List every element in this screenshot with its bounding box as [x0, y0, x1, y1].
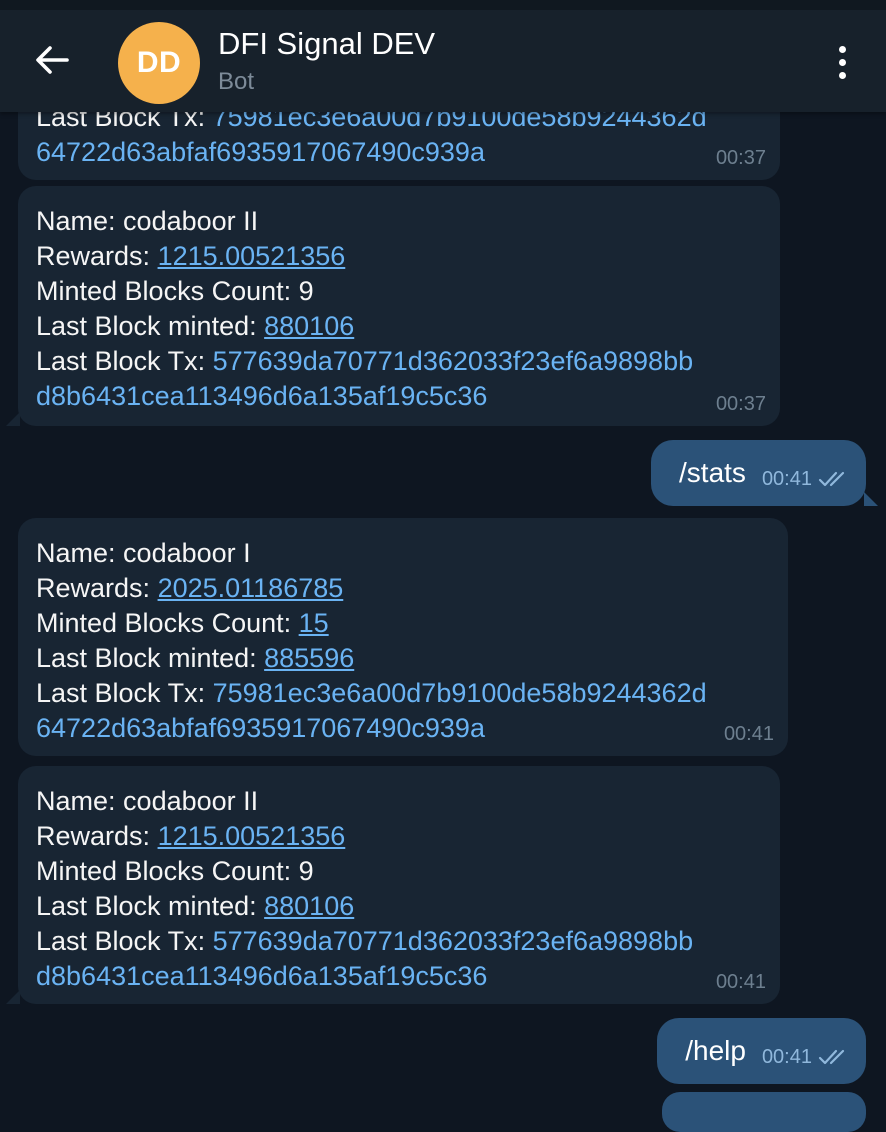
message-time: 00:41	[761, 467, 812, 490]
rewards-link[interactable]: 2025.01186785	[158, 573, 344, 603]
message-time: 00:41	[723, 723, 774, 745]
more-vertical-icon	[838, 58, 846, 66]
tx-hash-link[interactable]: d8b6431cea113496d6a135af19c5c36	[36, 381, 487, 411]
last-tx-line-cont: d8b6431cea113496d6a135af19c5c36	[36, 959, 762, 994]
chat-header: DD DFI Signal DEV Bot	[0, 0, 886, 112]
name-line: Name: codaboor II	[36, 206, 259, 236]
tx-hash-link[interactable]: 64722d63abfaf6935917067490c939a	[36, 137, 485, 167]
double-check-icon	[818, 471, 845, 487]
last-tx-line: Last Block Tx: 577639da70771d362033f23ef…	[36, 926, 694, 956]
tx-hash-link[interactable]: 75981ec3e6a00d7b9100de58b9244362d	[213, 678, 707, 708]
more-menu-button[interactable]	[826, 40, 858, 84]
message-bubble-incoming[interactable]: Name: codaboor II Rewards: 1215.00521356…	[6, 766, 780, 1004]
avatar[interactable]: DD	[118, 22, 200, 104]
message-time: 00:37	[715, 393, 766, 415]
back-button[interactable]	[30, 38, 74, 82]
message-bubble-incoming[interactable]: Name: codaboor I Rewards: 2025.01186785 …	[18, 518, 788, 756]
arrow-left-icon	[36, 46, 69, 74]
last-minted-line: Last Block minted: 880106	[36, 891, 355, 921]
status-bar	[0, 0, 886, 10]
message-bubble-incoming[interactable]: Name: codaboor II Rewards: 1215.00521356…	[6, 186, 780, 426]
chat-subtitle: Bot	[218, 68, 255, 95]
message-bubble-outgoing-partial[interactable]	[662, 1092, 866, 1132]
message-line: 64722d63abfaf6935917067490c939a	[36, 135, 762, 170]
bubble-tail	[6, 412, 20, 426]
name-line: Name: codaboor II	[36, 786, 259, 816]
more-vertical-icon	[838, 45, 846, 53]
command-text: /help	[685, 1035, 746, 1066]
chat-title[interactable]: DFI Signal DEV	[218, 26, 435, 62]
tx-hash-link[interactable]: 64722d63abfaf6935917067490c939a	[36, 713, 485, 743]
last-minted-line: Last Block minted: 880106	[36, 311, 355, 341]
message-time: 00:41	[715, 971, 766, 993]
minted-count-line: Minted Blocks Count: 9	[36, 276, 314, 306]
last-minted-line: Last Block minted: 885596	[36, 643, 355, 673]
message-bubble-outgoing[interactable]: /stats 00:41	[651, 440, 878, 506]
command-text: /stats	[679, 457, 746, 488]
last-tx-line-cont: d8b6431cea113496d6a135af19c5c36	[36, 379, 762, 414]
rewards-line: Rewards: 2025.01186785	[36, 573, 344, 603]
message-time: 00:41	[761, 1045, 812, 1068]
message-time: 00:37	[715, 147, 766, 169]
bubble-tail	[6, 990, 20, 1004]
message-bubble-outgoing[interactable]: /help 00:41	[657, 1018, 866, 1084]
name-line: Name: codaboor I	[36, 538, 251, 568]
double-check-icon	[818, 1049, 845, 1065]
last-tx-line-cont: 64722d63abfaf6935917067490c939a	[36, 711, 770, 746]
minted-count-line: Minted Blocks Count: 9	[36, 856, 314, 886]
minted-count-link[interactable]: 15	[299, 608, 329, 638]
tx-hash-link[interactable]: 577639da70771d362033f23ef6a9898bb	[213, 926, 694, 956]
rewards-link[interactable]: 1215.00521356	[158, 821, 346, 851]
block-link[interactable]: 880106	[264, 891, 354, 921]
minted-count-line: Minted Blocks Count: 15	[36, 608, 329, 638]
rewards-line: Rewards: 1215.00521356	[36, 821, 346, 851]
tx-hash-link[interactable]: d8b6431cea113496d6a135af19c5c36	[36, 961, 487, 991]
rewards-link[interactable]: 1215.00521356	[158, 241, 346, 271]
tx-hash-link[interactable]: 577639da70771d362033f23ef6a9898bb	[213, 346, 694, 376]
rewards-line: Rewards: 1215.00521356	[36, 241, 346, 271]
more-vertical-icon	[838, 71, 846, 79]
block-link[interactable]: 885596	[264, 643, 354, 673]
last-tx-line: Last Block Tx: 75981ec3e6a00d7b9100de58b…	[36, 678, 707, 708]
block-link[interactable]: 880106	[264, 311, 354, 341]
bubble-tail	[864, 492, 878, 506]
last-tx-line: Last Block Tx: 577639da70771d362033f23ef…	[36, 346, 694, 376]
